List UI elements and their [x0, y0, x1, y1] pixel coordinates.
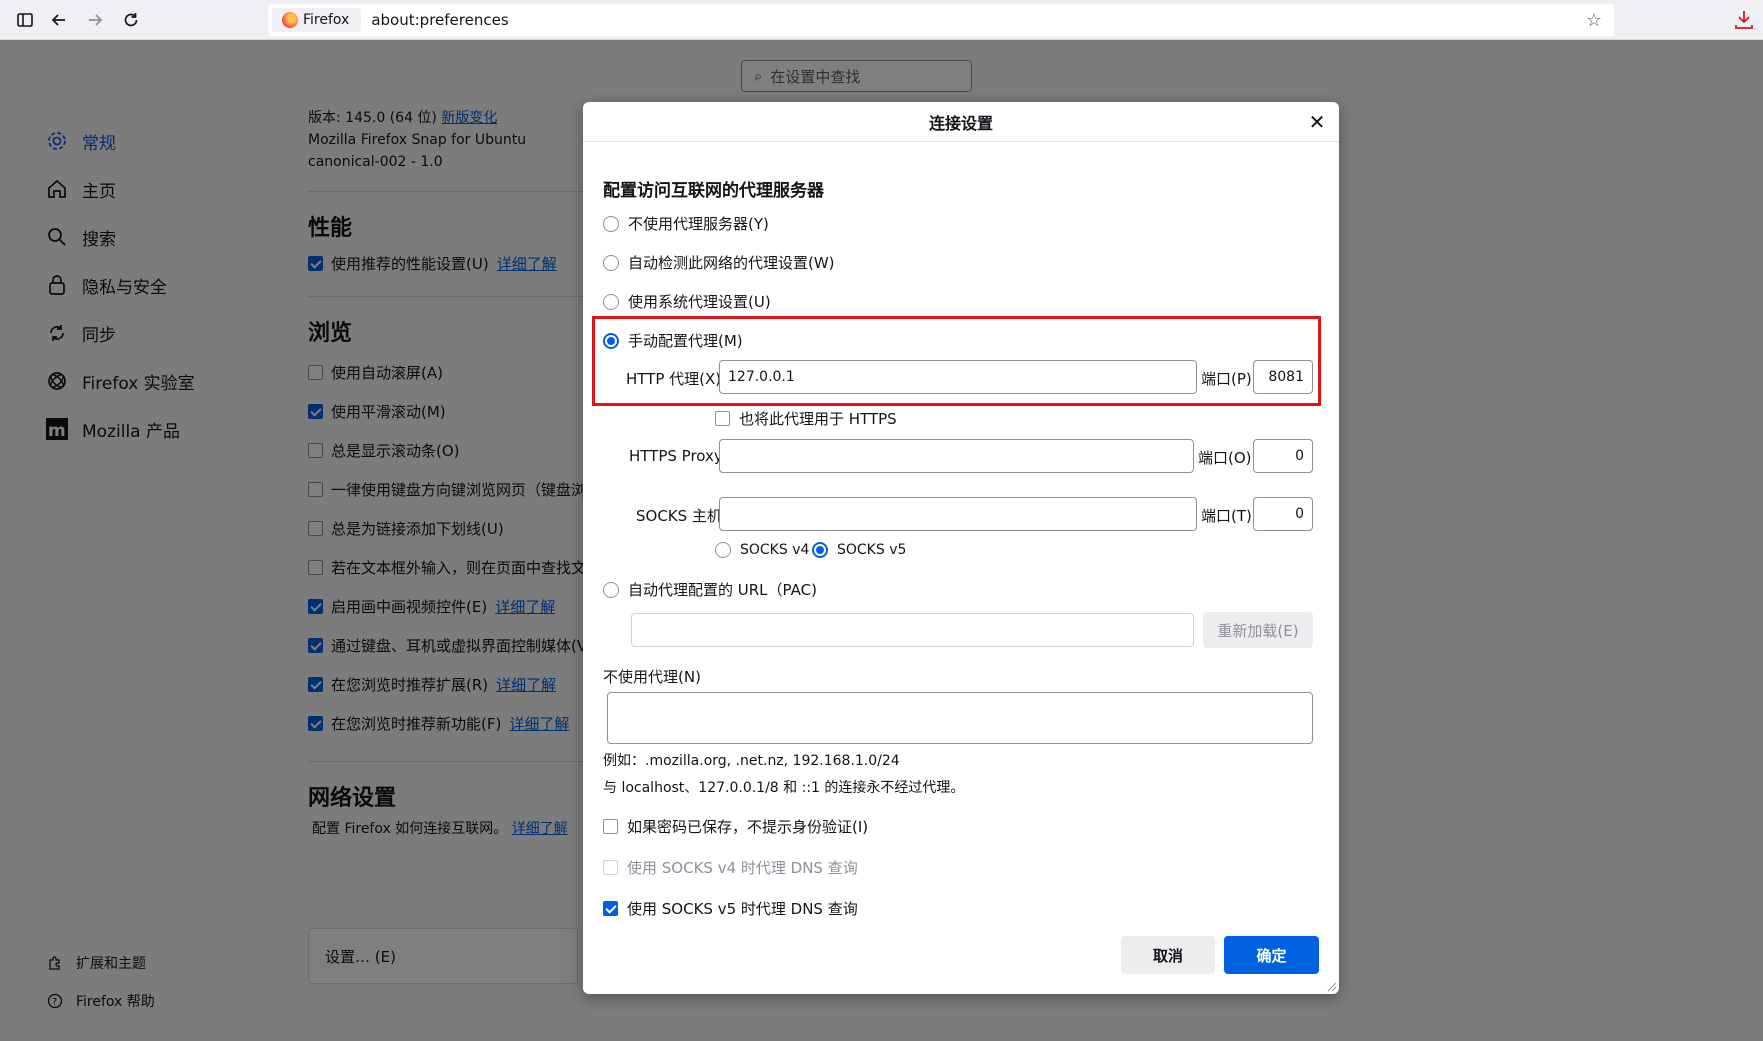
cancel-button[interactable]: 取消 — [1121, 936, 1215, 974]
radio-label: 自动代理配置的 URL（PAC) — [628, 581, 817, 599]
browser-toolbar: Firefox about:preferences ☆ — [0, 0, 1763, 40]
identity-box[interactable]: Firefox — [272, 8, 362, 32]
socks4-dns-checkbox-row[interactable]: 使用 SOCKS v4 时代理 DNS 查询 — [603, 857, 858, 878]
socks4-dns-label: 使用 SOCKS v4 时代理 DNS 查询 — [627, 859, 858, 877]
radio-auto-detect[interactable]: 自动检测此网络的代理设置(W) — [603, 252, 835, 273]
resize-grip-icon[interactable] — [1327, 982, 1337, 992]
radio-pac[interactable]: 自动代理配置的 URL（PAC) — [603, 579, 817, 600]
http-port-label: 端口(P) — [1201, 370, 1252, 388]
radio-system-proxy[interactable]: 使用系统代理设置(U) — [603, 291, 771, 312]
radio-button[interactable] — [603, 215, 619, 232]
localhost-note: 与 localhost、127.0.0.1/8 和 ::1 的连接永不经过代理。 — [603, 780, 965, 796]
radio-no-proxy[interactable]: 不使用代理服务器(Y) — [603, 213, 769, 234]
socks-port-input[interactable]: 0 — [1253, 497, 1313, 531]
reload-icon[interactable] — [118, 7, 144, 33]
radio-label: 自动检测此网络的代理设置(W) — [628, 254, 835, 272]
socks-host-label: SOCKS 主机 — [636, 507, 722, 525]
radio-button[interactable] — [603, 581, 619, 598]
socks5-dns-checkbox-row[interactable]: 使用 SOCKS v5 时代理 DNS 查询 — [603, 898, 858, 919]
auth-checkbox-label: 如果密码已保存，不提示身份验证(I) — [627, 818, 869, 836]
radio-button[interactable] — [812, 542, 828, 558]
proxy-heading: 配置访问互联网的代理服务器 — [603, 181, 824, 201]
also-https-label: 也将此代理用于 HTTPS — [739, 410, 897, 428]
https-proxy-input[interactable] — [719, 439, 1194, 473]
socks-port-label: 端口(T) — [1201, 507, 1252, 525]
close-icon[interactable]: ✕ — [1305, 110, 1329, 134]
also-https-checkbox[interactable] — [715, 411, 730, 426]
http-port-input[interactable]: 8081 — [1253, 360, 1313, 394]
auth-checkbox-row[interactable]: 如果密码已保存，不提示身份验证(I) — [603, 816, 868, 837]
connection-settings-dialog: 连接设置 ✕ 配置访问互联网的代理服务器 不使用代理服务器(Y) 自动检测此网络… — [583, 102, 1339, 994]
socks5-dns-checkbox[interactable] — [603, 901, 618, 916]
no-proxy-textarea[interactable] — [607, 692, 1313, 744]
url-bar[interactable]: Firefox about:preferences ☆ — [268, 4, 1614, 36]
bookmark-star-icon[interactable]: ☆ — [1586, 10, 1602, 31]
radio-button[interactable] — [715, 542, 731, 558]
no-proxy-label: 不使用代理(N) — [603, 668, 701, 686]
socks5-dns-label: 使用 SOCKS v5 时代理 DNS 查询 — [627, 900, 858, 918]
radio-button[interactable] — [603, 254, 619, 271]
example-text: 例如：.mozilla.org, .net.nz, 192.168.1.0/24 — [603, 753, 900, 769]
radio-socks-v5[interactable]: SOCKS v5 — [812, 542, 906, 558]
url-text[interactable]: about:preferences — [371, 11, 508, 29]
radio-label: 使用系统代理设置(U) — [628, 293, 771, 311]
radio-button[interactable] — [603, 293, 619, 310]
radio-label: 不使用代理服务器(Y) — [628, 215, 769, 233]
radio-manual-proxy[interactable]: 手动配置代理(M) — [603, 330, 743, 351]
sidebar-toggle-icon[interactable] — [12, 7, 38, 33]
socks-host-input[interactable] — [719, 497, 1197, 531]
radio-socks-v4[interactable]: SOCKS v4 — [715, 542, 809, 558]
ok-button[interactable]: 确定 — [1224, 936, 1319, 974]
auth-checkbox[interactable] — [603, 819, 618, 834]
firefox-logo-icon — [282, 12, 298, 28]
reload-button[interactable]: 重新加载(E) — [1203, 612, 1313, 648]
back-icon[interactable] — [46, 7, 72, 33]
radio-button[interactable] — [603, 332, 619, 349]
also-https-checkbox-row[interactable]: 也将此代理用于 HTTPS — [715, 408, 897, 429]
dialog-title: 连接设置 — [583, 102, 1339, 142]
https-port-label: 端口(O) — [1198, 449, 1252, 467]
http-proxy-label: HTTP 代理(X) — [626, 370, 722, 388]
identity-label: Firefox — [303, 12, 350, 28]
forward-icon[interactable] — [82, 7, 108, 33]
pac-url-input[interactable] — [631, 613, 1194, 647]
socks4-dns-checkbox[interactable] — [603, 860, 618, 875]
radio-label: SOCKS v4 — [740, 542, 810, 558]
http-proxy-input[interactable]: 127.0.0.1 — [719, 360, 1197, 394]
radio-label: 手动配置代理(M) — [628, 332, 743, 350]
https-proxy-label: HTTPS Proxy — [629, 447, 723, 465]
radio-label: SOCKS v5 — [837, 542, 907, 558]
https-port-input[interactable]: 0 — [1253, 439, 1313, 473]
download-icon[interactable] — [1733, 8, 1755, 32]
